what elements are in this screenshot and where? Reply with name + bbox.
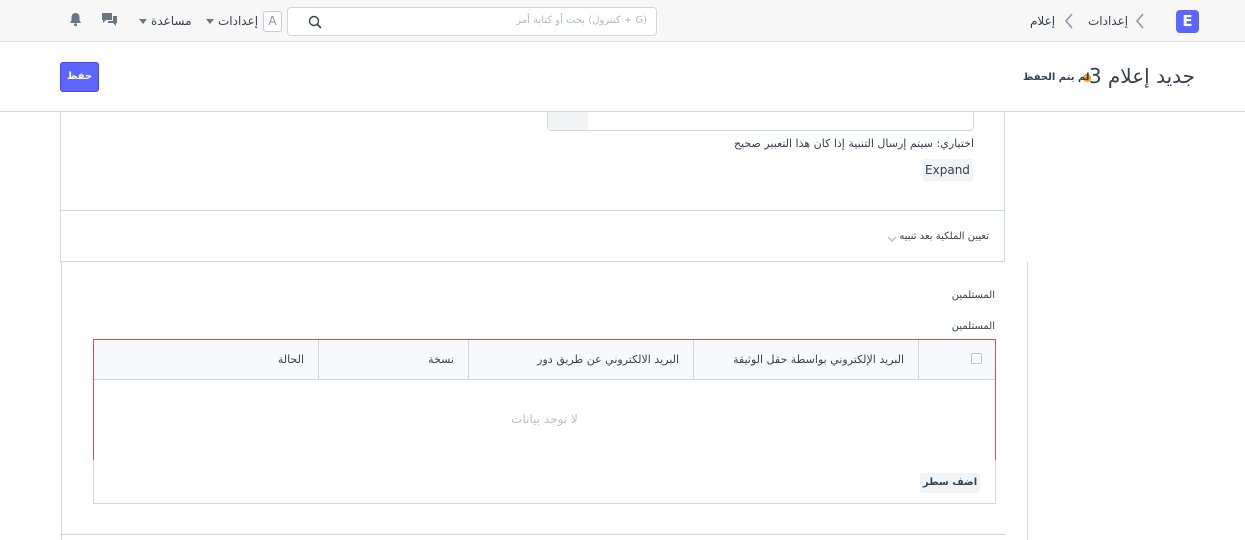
search-icon (308, 15, 322, 32)
recipients-field-label: المستلمين (951, 321, 995, 332)
breadcrumb-settings[interactable]: إعدادات (1088, 14, 1128, 28)
chevron-left-icon (1064, 12, 1074, 30)
grid-footer (93, 460, 996, 504)
add-row-button[interactable]: اضف سطر (920, 473, 980, 493)
recipients-heading: المستلمين (951, 290, 995, 301)
settings-dropdown[interactable]: إعدادات (218, 14, 258, 28)
chat-icon[interactable] (101, 12, 118, 31)
recipients-grid: البريد الإلكتروني بواسطة حقل الوثيقة الب… (93, 339, 996, 461)
unsaved-indicator-label: لم يتم الحفظ (1023, 72, 1090, 83)
grid-column-divider (693, 340, 694, 380)
navbar: E إعدادات إعلام بحث أو كتابة أمر (كنترول… (0, 0, 1245, 42)
user-avatar[interactable]: A (263, 11, 282, 32)
select-all-checkbox[interactable] (971, 353, 982, 364)
save-button[interactable]: حفظ (60, 62, 99, 92)
breadcrumb-notification[interactable]: إعلام (1030, 14, 1055, 28)
textarea-gutter (548, 112, 588, 130)
grid-empty-text: لا توجد بيانات (511, 412, 578, 426)
grid-header-row: البريد الإلكتروني بواسطة حقل الوثيقة الب… (94, 340, 995, 380)
grid-header-document-email: البريد الإلكتروني بواسطة حقل الوثيقة (733, 353, 904, 366)
grid-column-divider (468, 340, 469, 380)
help-dropdown[interactable]: مساعدة (151, 14, 192, 28)
bell-icon[interactable] (69, 12, 82, 30)
help-caret-icon (139, 19, 147, 24)
grid-column-divider (918, 340, 919, 380)
collapsible-section-title[interactable]: تعيين الملكية بعد تنبيه (899, 231, 989, 242)
app-logo[interactable]: E (1176, 10, 1199, 33)
search-input[interactable]: بحث أو كتابة أمر (كنترول + G) (287, 7, 657, 36)
grid-header-condition: الحالة (277, 353, 304, 366)
property-section (60, 211, 1005, 262)
grid-header-role-email: البريد الالكتروني عن طريق دور (537, 353, 679, 366)
expand-button[interactable]: Expand (922, 159, 973, 181)
condition-help-text: اختياري: سيتم إرسال التنبية إذا كان هذا … (733, 137, 974, 150)
chevron-left-icon (1135, 12, 1145, 30)
condition-textarea[interactable] (547, 112, 974, 131)
grid-column-divider (318, 340, 319, 380)
search-placeholder: بحث أو كتابة أمر (كنترول + G) (516, 15, 647, 26)
chevron-down-icon[interactable] (887, 232, 897, 246)
section-divider (60, 534, 1005, 535)
grid-header-cc: نسخة (428, 353, 454, 366)
settings-caret-icon (206, 19, 214, 24)
page-title: جديد إعلام 3 (1089, 64, 1195, 88)
page-title-text: جديد إعلام (1101, 64, 1195, 88)
